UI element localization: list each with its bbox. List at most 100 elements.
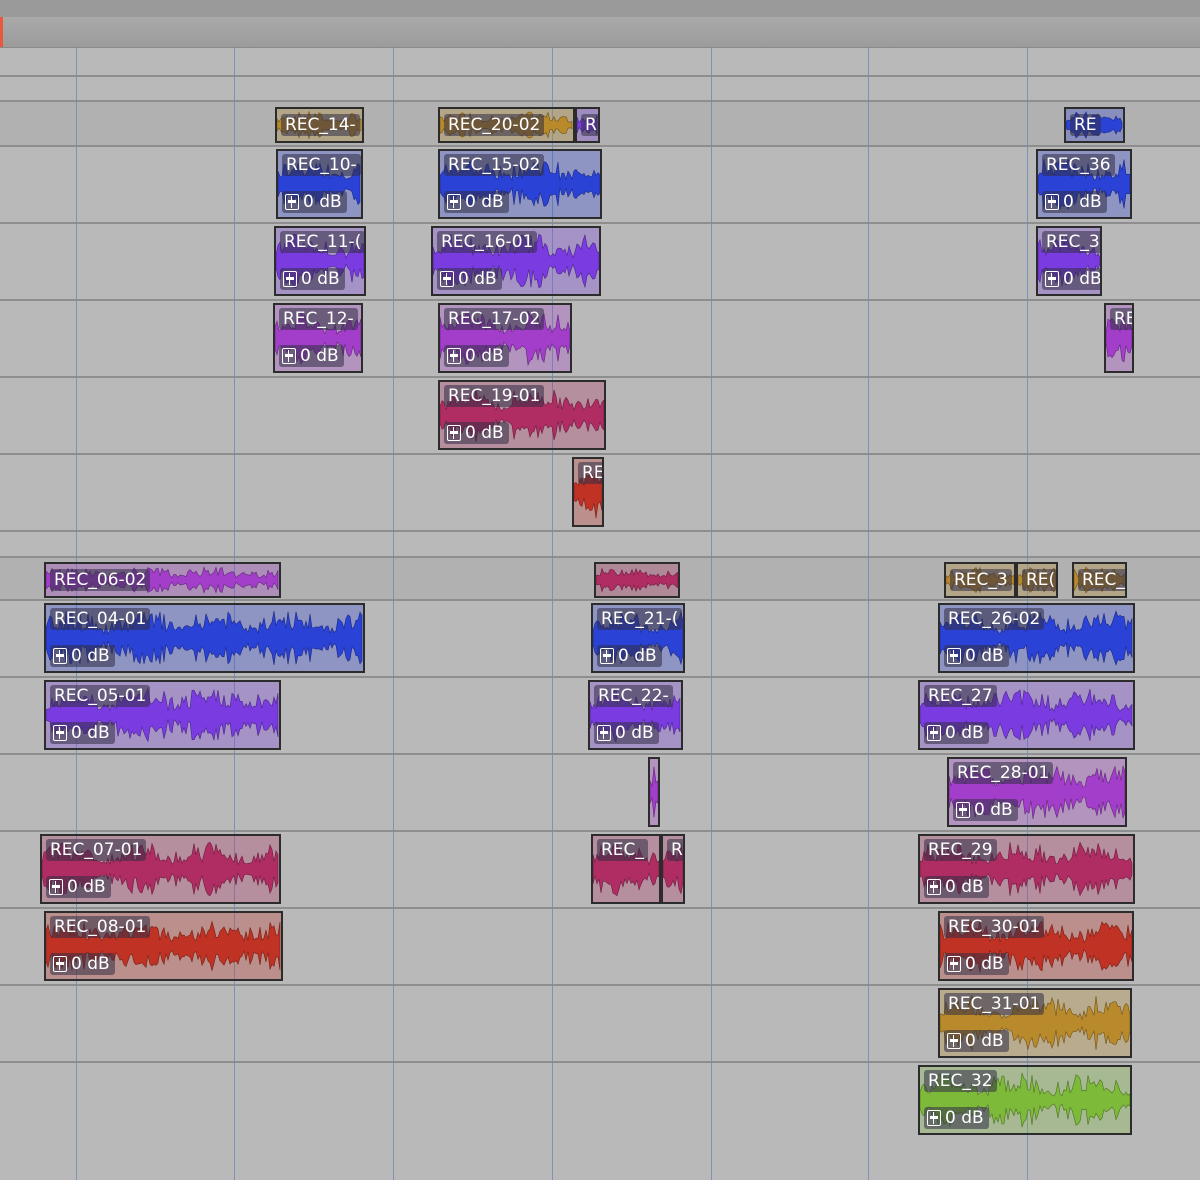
- region-gain: 0 dB: [46, 876, 111, 898]
- region-name: REC_12-: [279, 308, 358, 330]
- region-gain: 0 dB: [280, 268, 345, 290]
- region-name: REC_19-01: [444, 385, 545, 407]
- region-gain: 0 dB: [444, 422, 509, 444]
- track-lane: [0, 301, 1200, 378]
- audio-region[interactable]: REC_12- 0 dB: [273, 303, 363, 373]
- audio-region[interactable]: RE(: [1016, 562, 1058, 598]
- gain-fader-icon: [282, 348, 296, 364]
- gain-fader-icon: [956, 802, 970, 818]
- region-name: RE: [578, 462, 602, 484]
- audio-region[interactable]: REC_20-02: [438, 107, 575, 143]
- region-gain: 0 dB: [597, 645, 662, 667]
- gain-value: 0 dB: [615, 723, 654, 743]
- region-gain: 0 dB: [50, 953, 115, 975]
- audio-region[interactable]: RE: [1104, 303, 1134, 373]
- audio-region[interactable]: R: [661, 834, 685, 904]
- audio-region[interactable]: REC_3 0 dB: [1036, 226, 1102, 296]
- audio-region[interactable]: REC_27 0 dB: [918, 680, 1135, 750]
- region-name: REC_27: [924, 685, 997, 707]
- region-name: REC_3: [950, 569, 1012, 591]
- audio-region[interactable]: REC_31-01 0 dB: [938, 988, 1132, 1058]
- timeline-ruler[interactable]: [0, 17, 1200, 48]
- waveform: [596, 567, 678, 593]
- gain-value: 0 dB: [71, 954, 110, 974]
- audio-region[interactable]: REC_: [591, 834, 661, 904]
- gain-value: 0 dB: [945, 723, 984, 743]
- gain-value: 0 dB: [965, 646, 1004, 666]
- region-name: REC_29: [924, 839, 997, 861]
- audio-region[interactable]: REC_3: [944, 562, 1016, 598]
- audio-region[interactable]: REC_10- 0 dB: [276, 149, 363, 219]
- gain-fader-icon: [597, 725, 611, 741]
- region-name: REC_3: [1042, 231, 1100, 253]
- region-name: R: [667, 839, 683, 861]
- region-name: REC_16-01: [437, 231, 538, 253]
- region-gain: 0 dB: [282, 191, 347, 213]
- audio-region[interactable]: [594, 562, 680, 598]
- bar-gridline: [868, 47, 869, 1180]
- region-name: REC_05-01: [50, 685, 151, 707]
- gain-value: 0 dB: [974, 800, 1013, 820]
- audio-region[interactable]: REC_15-02 0 dB: [438, 149, 602, 219]
- audio-region[interactable]: REC_36 0 dB: [1036, 149, 1132, 219]
- audio-region[interactable]: [648, 757, 660, 827]
- playhead-marker[interactable]: [0, 17, 3, 47]
- gain-value: 0 dB: [67, 877, 106, 897]
- gain-fader-icon: [600, 648, 614, 664]
- audio-region[interactable]: R: [575, 107, 600, 143]
- gain-value: 0 dB: [1063, 269, 1102, 289]
- region-gain: 0 dB: [50, 645, 115, 667]
- audio-region[interactable]: REC_07-01 0 dB: [40, 834, 281, 904]
- gain-value: 0 dB: [945, 1108, 984, 1128]
- audio-region[interactable]: REC_08-01 0 dB: [44, 911, 283, 981]
- audio-region[interactable]: REC_32 0 dB: [918, 1065, 1132, 1135]
- audio-region[interactable]: REC_16-01 0 dB: [431, 226, 601, 296]
- gain-fader-icon: [1045, 194, 1059, 210]
- bar-gridline: [711, 47, 712, 1180]
- audio-region[interactable]: REC_21-( 0 dB: [591, 603, 685, 673]
- audio-region[interactable]: REC_05-01 0 dB: [44, 680, 281, 750]
- waveform: [650, 766, 658, 818]
- region-name: REC_04-01: [50, 608, 151, 630]
- region-name: REC_: [597, 839, 648, 861]
- bar-gridline: [393, 47, 394, 1180]
- gain-fader-icon: [927, 1110, 941, 1126]
- gain-value: 0 dB: [71, 723, 110, 743]
- gain-fader-icon: [947, 956, 961, 972]
- gain-value: 0 dB: [465, 423, 504, 443]
- audio-region[interactable]: REC_29 0 dB: [918, 834, 1135, 904]
- audio-region[interactable]: REC_14-: [275, 107, 364, 143]
- gain-fader-icon: [1045, 271, 1059, 287]
- region-name: REC_: [1078, 569, 1125, 591]
- region-name: REC_10-: [282, 154, 361, 176]
- gain-fader-icon: [53, 648, 67, 664]
- audio-region[interactable]: REC_26-02 0 dB: [938, 603, 1135, 673]
- region-name: REC_30-01: [944, 916, 1045, 938]
- audio-region[interactable]: RE: [572, 457, 604, 527]
- gain-fader-icon: [49, 879, 63, 895]
- audio-region[interactable]: REC_06-02: [44, 562, 281, 598]
- gain-fader-icon: [53, 956, 67, 972]
- region-name: REC_26-02: [944, 608, 1045, 630]
- region-name: RE(: [1022, 569, 1056, 591]
- gain-fader-icon: [927, 879, 941, 895]
- audio-region[interactable]: RE: [1064, 107, 1125, 143]
- audio-region[interactable]: REC_17-02 0 dB: [438, 303, 572, 373]
- region-name: RE: [1070, 114, 1101, 136]
- audio-region[interactable]: REC_28-01 0 dB: [947, 757, 1127, 827]
- region-gain: 0 dB: [437, 268, 502, 290]
- audio-region[interactable]: REC_22- 0 dB: [588, 680, 683, 750]
- region-name: REC_08-01: [50, 916, 151, 938]
- region-name: REC_17-02: [444, 308, 545, 330]
- audio-region[interactable]: REC_11-( 0 dB: [274, 226, 366, 296]
- audio-region[interactable]: REC_19-01 0 dB: [438, 380, 606, 450]
- region-name: REC_36: [1042, 154, 1115, 176]
- gain-value: 0 dB: [945, 877, 984, 897]
- gain-fader-icon: [447, 425, 461, 441]
- audio-region[interactable]: REC_04-01 0 dB: [44, 603, 365, 673]
- audio-region[interactable]: REC_30-01 0 dB: [938, 911, 1134, 981]
- audio-region[interactable]: REC_: [1072, 562, 1127, 598]
- region-name: REC_21-(: [597, 608, 683, 630]
- region-name: REC_31-01: [944, 993, 1045, 1015]
- region-name: R: [581, 114, 598, 136]
